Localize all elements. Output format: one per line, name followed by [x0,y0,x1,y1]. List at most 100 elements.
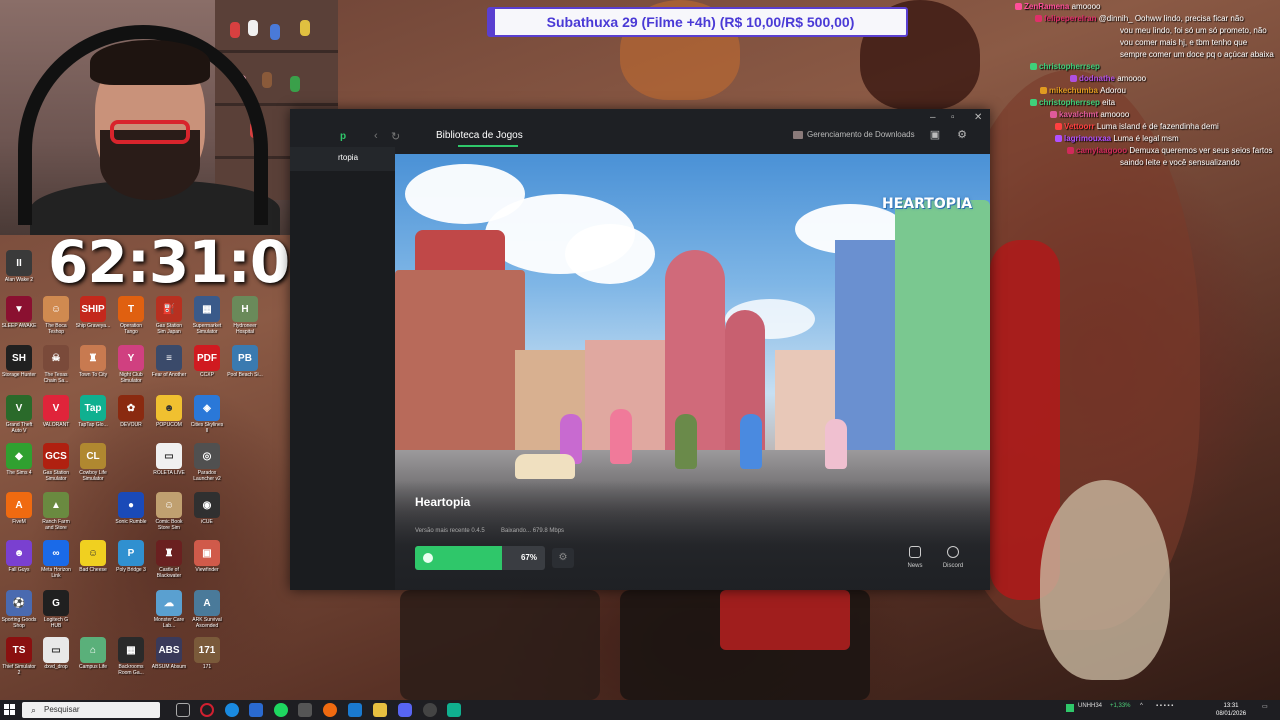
supermarket-sim-icon[interactable]: ▦ Supermarket Simulator [189,296,225,335]
gas-station-sim-icon[interactable]: ⛽ Gas Station Sim Japan [151,296,187,335]
download-manager-button[interactable]: Gerenciamento de Downloads [793,130,915,139]
minimize-button[interactable]: – [930,112,936,123]
bad-cheese-icon[interactable]: ☺ Bad Cheese [75,540,111,573]
chat-username: dodnathe [1079,74,1118,83]
desktop-icon-label: Backrooms Room Ga... [118,664,144,676]
fivem-icon[interactable]: A FiveM [1,492,37,525]
spotify-icon[interactable] [274,703,288,717]
settings-gear-icon[interactable]: ⚙ [954,128,970,142]
subathon-banner: Subathuxa 29 (Filme +4h) (R$ 10,00/R$ 50… [487,7,908,37]
app-icon[interactable] [249,703,263,717]
taptap-icon[interactable]: Tap TapTap Glo... [75,395,111,428]
dxvd-drop-icon[interactable]: ▭ dxvd_drop [38,637,74,670]
opera-icon[interactable] [200,703,214,717]
start-button[interactable] [4,704,16,716]
desktop-icon-glyph: ⚽ [6,590,32,616]
download-progress-bar[interactable]: 67% [415,546,545,570]
desktop-icon-label: Alan Wake 2 [4,277,34,283]
system-clock[interactable]: 13:31 08/01/2026 [1216,702,1246,718]
desktop-icon-glyph: ∞ [43,540,69,566]
fear-of-another-icon[interactable]: ≡ Fear of Another [151,345,187,378]
chat-message: kavalchmt amoooo [1050,109,1129,121]
desktop-icon-glyph: ▣ [194,540,220,566]
tray-chevron-icon[interactable]: ^ [1140,703,1143,709]
the-sims-4-icon[interactable]: ◆ The Sims 4 [1,443,37,476]
night-club-sim-icon[interactable]: Y Night Club Simulator [113,345,149,384]
viewfinder-icon[interactable]: ▣ Viewfinder [189,540,225,573]
comic-book-store-icon[interactable]: ☺ Comic Book Store Sim [151,492,187,531]
discord-button[interactable]: Discord [933,546,973,569]
backrooms-icon[interactable]: ▦ Backrooms Room Ga... [113,637,149,676]
pool-beach-icon[interactable]: PB Pool Beach Si... [227,345,263,378]
operation-tango-icon[interactable]: T Operation Tango [113,296,149,335]
ship-graveyard-icon[interactable]: SHIP Ship Graveya... [75,296,111,329]
sporting-goods-icon[interactable]: ⚽ Sporting Goods Shop [1,590,37,629]
171-icon[interactable]: 171 171 [189,637,225,670]
storage-hunter-icon[interactable]: SH Storage Hunter [1,345,37,378]
desktop-icon-label: iCUE [201,519,213,525]
obs-icon[interactable] [423,703,437,717]
game-settings-button[interactable]: ⚙ [552,548,574,568]
taskbar-search[interactable]: ⌕ Pesquisar [22,702,160,718]
news-button[interactable]: News [895,546,935,569]
ranch-farm-icon[interactable]: ▲ Ranch Farm and Store [38,492,74,531]
gta-icon[interactable]: V Grand Theft Auto V [1,395,37,434]
chat-message: camylaagooo Demuxa queremos ver seus sei… [1067,145,1273,157]
maximize-button[interactable]: ▫ [951,112,955,123]
version-text: Versão mais recente 0.4.5 [415,528,485,534]
tray-icons[interactable]: ▪ ▪ ▪ ▪ ▪ [1156,703,1173,709]
search-placeholder: Pesquisar [44,705,80,714]
firefox-icon[interactable] [323,703,337,717]
tab-game-library[interactable]: Biblioteca de Jogos [436,130,523,141]
chat-username: ZenRamena [1024,2,1072,11]
town-to-city-icon[interactable]: ♜ Town To City [75,345,111,378]
back-arrow-icon[interactable]: ‹ [374,130,378,142]
fall-guys-icon[interactable]: ☻ Fall Guys [1,540,37,573]
chat-badge-icon [1070,75,1077,82]
meta-horizon-icon[interactable]: ∞ Meta Horizon Link [38,540,74,579]
edge-icon[interactable] [225,703,239,717]
cowboy-life-icon[interactable]: CL Cowboy Life Simulator [75,443,111,482]
devour-icon[interactable]: ✿ DEVOUR [113,395,149,428]
chat-text: eita [1102,98,1116,107]
roleta-live-icon[interactable]: ▭ ROLETA LIVE [151,443,187,476]
desktop-icon-label: Grand Theft Auto V [5,422,33,434]
the-boca-teshop-icon[interactable]: ☺ The Boca Teshop [38,296,74,335]
sonic-rumble-icon[interactable]: ● Sonic Rumble [113,492,149,525]
ark-survival-icon[interactable]: A ARK Survival Ascended [189,590,225,629]
alan-wake-2-icon[interactable]: II Alan Wake 2 [1,250,37,283]
absum-icon[interactable]: ABS ABSUM Absum [151,637,187,670]
popucom-icon[interactable]: ☻ POPUCOM [151,395,187,428]
discord-taskbar-icon[interactable] [398,703,412,717]
sleep-awake-icon[interactable]: ▼ SLEEP AWAKE [1,296,37,329]
thief-sim-icon[interactable]: TS Thief Simulator 2 [1,637,37,676]
desktop-icon-label: Gas Station Sim Japan [155,323,183,335]
desktop-icon-label: Castle of Blackwater [156,567,182,579]
notification-icon[interactable]: ▭ [1262,703,1268,710]
gas-station-sim2-icon[interactable]: GCS Gas Station Simulator [38,443,74,482]
hydroneer-icon[interactable]: H Hydroneer Hospital [227,296,263,335]
desktop-icon-glyph: Tap [80,395,106,421]
task-view-icon[interactable] [176,703,190,717]
desktop-icon-label: Sporting Goods Shop [1,617,37,629]
chat-message: lagrimouxaa Luma é legal msm [1055,133,1179,145]
refresh-icon[interactable]: ↻ [391,130,400,143]
logitech-icon[interactable]: G Logitech G HUB [38,590,74,629]
cities-skylines-icon[interactable]: ◈ Cities Skylines II [189,395,225,434]
icue-icon[interactable]: ◉ iCUE [189,492,225,525]
paradox-launcher-icon[interactable]: ◎ Paradox Launcher v2 [189,443,225,482]
app-icon[interactable] [348,703,362,717]
the-texas-chain-icon[interactable]: ☠ The Texas Chain Sa... [38,345,74,384]
app-icon[interactable] [298,703,312,717]
poly-bridge-icon[interactable]: P Poly Bridge 3 [113,540,149,573]
ccxp-icon[interactable]: PDF CCXP [189,345,225,378]
castle-blackwater-icon[interactable]: ♜ Castle of Blackwater [151,540,187,579]
valorant-icon[interactable]: V VALORANT [38,395,74,428]
file-explorer-icon[interactable] [373,703,387,717]
campus-life-icon[interactable]: ⌂ Campus Life [75,637,111,670]
store-icon[interactable]: ▣ [927,128,943,142]
monster-care-icon[interactable]: ☁ Monster Care Lab... [151,590,187,629]
close-button[interactable]: ✕ [974,112,982,123]
taptap-taskbar-icon[interactable] [447,703,461,717]
gear-icon: ⚙ [558,552,568,563]
